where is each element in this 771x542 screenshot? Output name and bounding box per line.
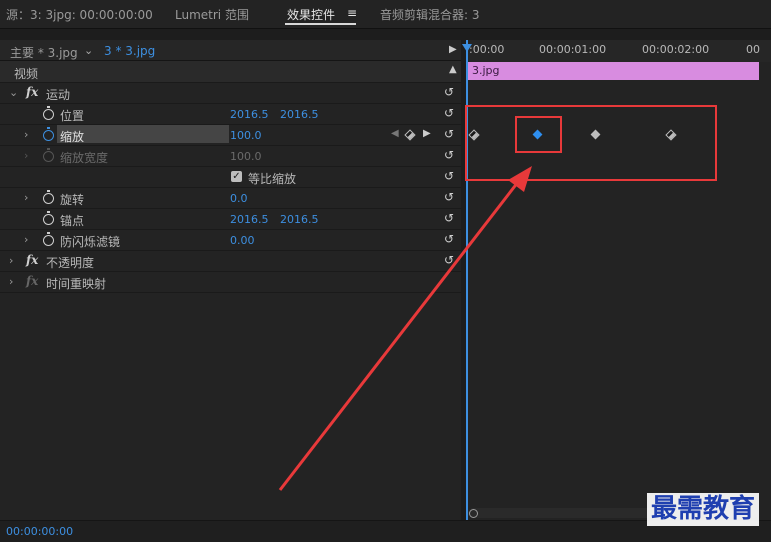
position-x-value[interactable]: 2016.5 (230, 108, 269, 121)
opacity-twirl-icon[interactable]: › (9, 254, 13, 267)
tab-source[interactable]: 源：3: 3jpg: 00:00:00:00 (6, 6, 153, 23)
fx-icon[interactable]: fx (26, 253, 38, 267)
next-keyframe-icon[interactable]: ▶ (423, 128, 431, 139)
ruler-tick-label: :00:00 (469, 43, 505, 56)
ruler-tick-label: 00 (746, 43, 760, 56)
tab-lumetri-scopes[interactable]: Lumetri 范围 (175, 6, 249, 23)
subtab-master-clip[interactable]: 主要 * 3.jpg (10, 44, 78, 61)
rotation-value[interactable]: 0.0 (230, 192, 248, 205)
watermark: 最需教育 (647, 493, 760, 526)
ruler-tick-label: 00:00:01:00 (539, 43, 607, 56)
stopwatch-icon[interactable] (43, 190, 54, 204)
annotation-arrow (278, 166, 532, 491)
collapse-up-icon[interactable]: ▲ (449, 64, 457, 75)
video-section-header (0, 61, 461, 83)
tab-audio-clip-mixer[interactable]: 音频剪辑混合器: 3 (380, 6, 480, 23)
clip-bar[interactable] (468, 62, 759, 80)
position-y-value[interactable]: 2016.5 (280, 108, 319, 121)
playhead-handle[interactable] (462, 44, 472, 52)
video-label: 视频 (14, 67, 39, 81)
clip-name: 3.jpg (472, 64, 500, 77)
scale-width-label: 缩放宽度 (60, 151, 109, 165)
fx-icon[interactable]: fx (26, 85, 38, 99)
time-remap-label: 时间重映射 (46, 277, 107, 291)
scale-label: 缩放 (60, 130, 85, 144)
motion-label: 运动 (46, 88, 71, 102)
subtab-sequence-clip[interactable]: 3 * 3.jpg (104, 44, 155, 58)
reset-icon[interactable]: ↺ (444, 127, 454, 141)
anchor-label: 锚点 (60, 214, 85, 228)
anchor-x-value[interactable]: 2016.5 (230, 213, 269, 226)
fx-icon: fx (26, 274, 39, 288)
ruler-tick-label: 00:00:02:00 (642, 43, 710, 56)
stopwatch-icon[interactable] (43, 211, 54, 225)
position-label: 位置 (60, 109, 85, 123)
scale-width-twirl-icon: › (24, 149, 29, 162)
rotation-twirl-icon[interactable]: › (24, 191, 28, 204)
active-tab-indicator (285, 23, 356, 25)
stopwatch-icon (43, 148, 54, 162)
motion-twirl-icon[interactable]: ⌄ (9, 86, 18, 99)
current-timecode[interactable]: 00:00:00:00 (6, 525, 73, 538)
scale-value[interactable]: 100.0 (230, 129, 262, 142)
stopwatch-icon[interactable] (43, 232, 54, 246)
time-ruler[interactable] (466, 40, 771, 62)
rotation-label: 旋转 (60, 193, 85, 207)
scale-twirl-icon[interactable]: › (24, 128, 28, 141)
anti-flicker-twirl-icon[interactable]: › (24, 233, 28, 246)
scale-width-value: 100.0 (230, 150, 262, 163)
chevron-down-icon[interactable]: ⌄ (84, 44, 93, 57)
scrollbar-handle[interactable] (469, 509, 478, 518)
reset-icon[interactable]: ↺ (444, 106, 454, 120)
tab-effect-controls[interactable]: 效果控件 (287, 6, 335, 23)
stopwatch-icon[interactable] (43, 106, 54, 120)
show-timeline-icon[interactable]: ▶ (449, 44, 457, 55)
time-remap-twirl-icon[interactable]: › (9, 275, 13, 288)
annotation-box-selected-keyframe (515, 116, 562, 153)
opacity-label: 不透明度 (46, 256, 95, 270)
anti-flicker-value[interactable]: 0.00 (230, 234, 255, 247)
reset-icon[interactable]: ↺ (444, 85, 454, 99)
prev-keyframe-icon[interactable]: ◀ (391, 128, 399, 139)
uniform-scale-checkbox[interactable]: ✓ (231, 171, 242, 182)
anti-flicker-label: 防闪烁滤镜 (60, 235, 121, 249)
panel-menu-icon[interactable]: ≡ (347, 6, 357, 20)
stopwatch-icon[interactable] (43, 127, 54, 141)
